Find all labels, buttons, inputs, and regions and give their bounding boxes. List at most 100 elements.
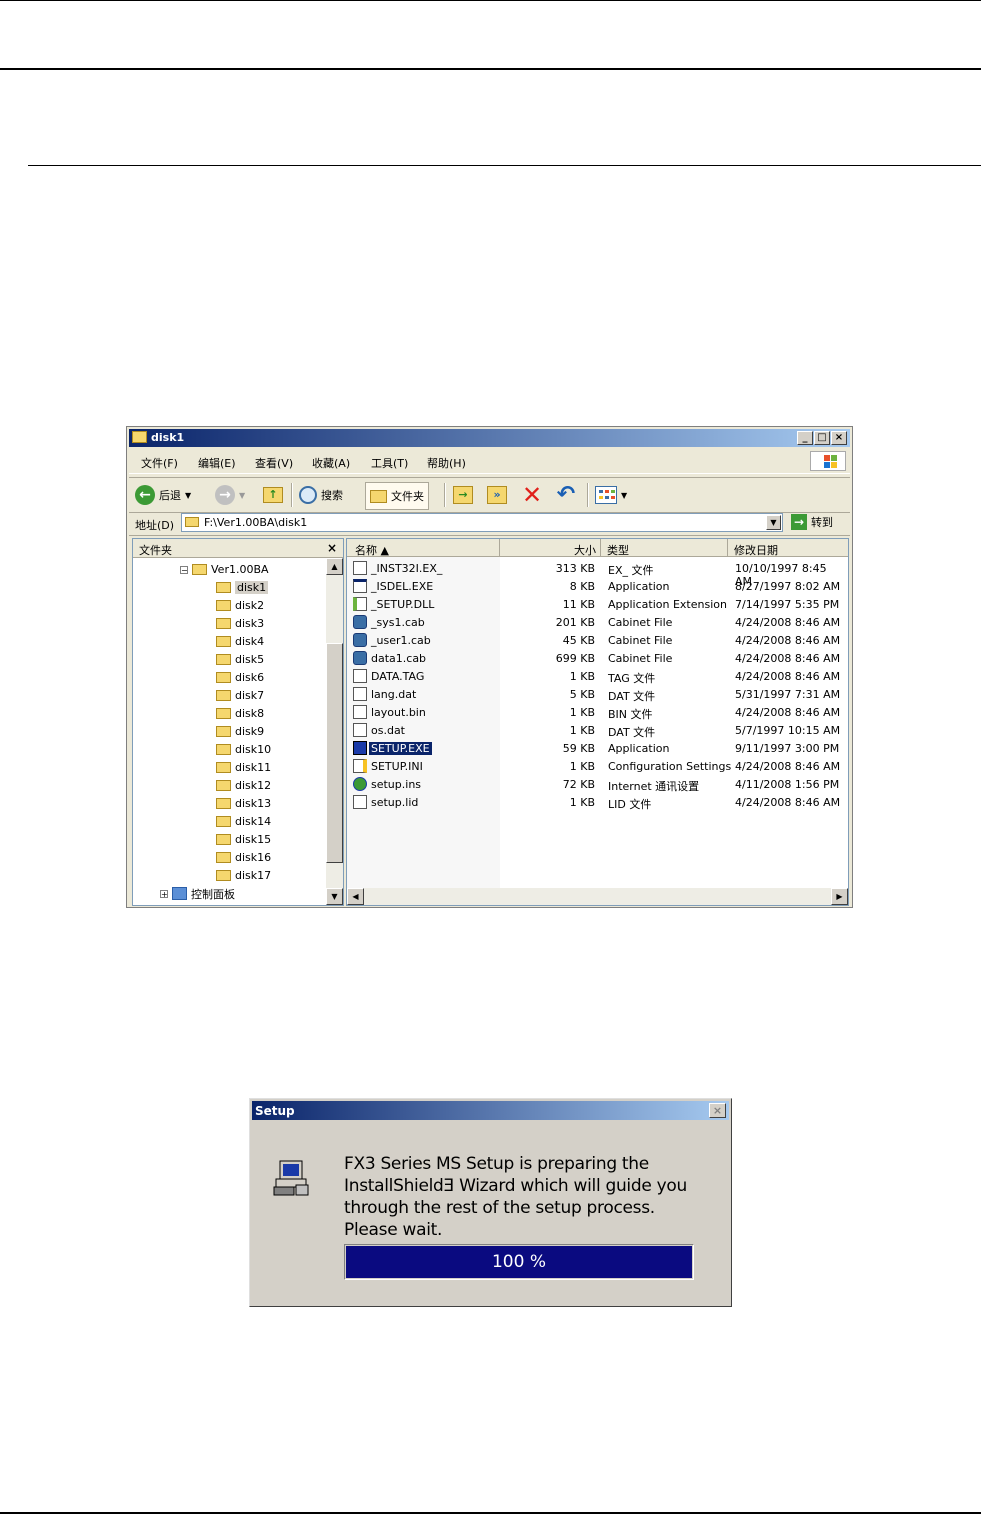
column-header-name[interactable]: 名称 ▲ [347, 539, 500, 557]
tree-node-disk[interactable]: disk4 [216, 633, 264, 650]
tree-node-disk[interactable]: disk7 [216, 687, 264, 704]
address-input[interactable]: F:\Ver1.00BA\disk1 ▼ [181, 513, 783, 532]
file-size: 313 KB [555, 562, 595, 575]
go-button[interactable]: → 转到 [791, 514, 833, 530]
ini-file-icon [353, 759, 367, 773]
search-button[interactable]: 搜索 [299, 482, 343, 508]
move-to-button[interactable]: → [453, 482, 473, 508]
file-list-hscrollbar[interactable]: ◀ ▶ [347, 888, 848, 905]
forward-button[interactable]: → ▼ [215, 482, 245, 508]
file-type: DAT 文件 [608, 690, 656, 703]
menu-tools[interactable]: 工具(T) [371, 455, 408, 471]
tree-node-control-panel[interactable]: + 控制面板 [160, 885, 235, 902]
top-rule [0, 0, 981, 1]
tree-node-disk[interactable]: disk2 [216, 597, 264, 614]
file-modified: 7/14/1997 5:35 PM [735, 598, 840, 611]
menu-help[interactable]: 帮助(H) [427, 455, 466, 471]
file-row[interactable]: DATA.TAG 1 KB TAG 文件 4/24/2008 8:46 AM [347, 667, 847, 685]
tree-node-disk[interactable]: disk6 [216, 669, 264, 686]
scroll-thumb[interactable] [326, 643, 343, 863]
tree-node-disk[interactable]: disk11 [216, 759, 271, 776]
column-header-modified[interactable]: 修改日期 [728, 539, 848, 557]
back-button[interactable]: ← 后退 ▼ [135, 482, 191, 508]
undo-button[interactable]: ↶ [555, 482, 577, 508]
tree-node-disk[interactable]: disk8 [216, 705, 264, 722]
file-modified: 4/24/2008 8:46 AM [735, 760, 841, 773]
menu-view[interactable]: 查看(V) [255, 455, 293, 471]
file-row[interactable]: os.dat 1 KB DAT 文件 5/7/1997 10:15 AM [347, 721, 847, 739]
tree-node-disk[interactable]: disk12 [216, 777, 271, 794]
file-row[interactable]: _SETUP.DLL 11 KB Application Extension 7/14… [347, 595, 847, 613]
tree-node-root[interactable]: − Ver1.00BA [180, 561, 269, 578]
file-row[interactable]: _user1.cab 45 KB Cabinet File 4/24/2008 8:4… [347, 631, 847, 649]
folders-button[interactable]: 文件夹 [365, 482, 429, 510]
file-modified: 5/31/1997 7:31 AM [735, 688, 841, 701]
menu-edit[interactable]: 编辑(E) [198, 455, 236, 471]
file-modified: 4/24/2008 8:46 AM [735, 670, 841, 683]
folders-icon [370, 489, 387, 503]
file-name: _ISDEL.EXE [371, 580, 434, 593]
file-modified: 5/7/1997 10:15 AM [735, 724, 841, 737]
tree-node-disk[interactable]: disk10 [216, 741, 271, 758]
column-header-type[interactable]: 类型 [601, 539, 728, 557]
tree-node-disk[interactable]: disk15 [216, 831, 271, 848]
delete-icon: ✕ [521, 481, 543, 509]
file-row[interactable]: data1.cab 699 KB Cabinet File 4/24/2008 8:4… [347, 649, 847, 667]
folder-icon [216, 744, 231, 755]
file-name: _sys1.cab [371, 616, 425, 629]
window-title: disk1 [151, 431, 185, 444]
minimize-button[interactable]: _ [797, 431, 813, 445]
file-type: Configuration Settings [608, 760, 732, 773]
scroll-left-icon[interactable]: ◀ [347, 888, 364, 905]
file-row[interactable]: SETUP.EXE 59 KB Application 9/11/1997 3:00 … [347, 739, 847, 757]
folder-pane-close-button[interactable]: × [327, 541, 337, 555]
tree-node-disk[interactable]: disk13 [216, 795, 271, 812]
folder-icon [216, 780, 231, 791]
maximize-button[interactable]: □ [814, 431, 830, 445]
menu-favorites[interactable]: 收藏(A) [312, 455, 350, 471]
file-row[interactable]: lang.dat 5 KB DAT 文件 5/31/1997 7:31 AM [347, 685, 847, 703]
menu-file[interactable]: 文件(F) [141, 455, 178, 471]
column-header-size[interactable]: 大小 [500, 539, 601, 557]
setup-titlebar[interactable]: Setup × [252, 1101, 729, 1120]
file-type: Application Extension [608, 598, 727, 611]
scroll-down-icon[interactable]: ▼ [326, 888, 343, 905]
address-dropdown-icon[interactable]: ▼ [766, 515, 781, 530]
tree-node-disk[interactable]: disk5 [216, 651, 264, 668]
close-button[interactable]: × [831, 431, 847, 445]
copy-to-button[interactable]: » [487, 482, 507, 508]
tree-node-disk[interactable]: disk3 [216, 615, 264, 632]
tree-node-disk[interactable]: disk17 [216, 867, 271, 884]
delete-button[interactable]: ✕ [521, 482, 543, 508]
setup-close-button[interactable]: × [709, 1103, 726, 1118]
scroll-right-icon[interactable]: ▶ [831, 888, 848, 905]
tree-node-disk[interactable]: disk1 [216, 579, 269, 596]
views-button[interactable]: ▼ [595, 482, 627, 508]
undo-icon: ↶ [556, 482, 576, 507]
file-row[interactable]: setup.lid 1 KB LID 文件 4/24/2008 8:46 AM [347, 793, 847, 811]
file-modified: 4/24/2008 8:46 AM [735, 652, 841, 665]
scroll-up-icon[interactable]: ▲ [326, 558, 343, 575]
file-name: layout.bin [371, 706, 426, 719]
collapse-icon[interactable]: − [180, 565, 188, 574]
setup-progress-bar: 100 % [344, 1244, 694, 1280]
file-row[interactable]: SETUP.INI 1 KB Configuration Settings 4/24/… [347, 757, 847, 775]
file-row[interactable]: layout.bin 1 KB BIN 文件 4/24/2008 8:46 AM [347, 703, 847, 721]
expand-icon[interactable]: + [160, 889, 168, 898]
file-size: 1 KB [569, 760, 595, 773]
file-row[interactable]: _ISDEL.EXE 8 KB Application 8/27/1997 8:02 … [347, 577, 847, 595]
file-type: TAG 文件 [608, 672, 656, 685]
copy-to-icon: » [487, 486, 507, 504]
file-row[interactable]: _INST32I.EX_ 313 KB EX_ 文件 10/10/1997 8:45 … [347, 559, 847, 588]
up-folder-button[interactable]: ↑ [263, 482, 283, 508]
tree-node-disk[interactable]: disk14 [216, 813, 271, 830]
internet-settings-icon [353, 777, 367, 791]
file-row[interactable]: setup.ins 72 KB Internet 通讯设置 4/11/2008 1:5… [347, 775, 847, 793]
menubar: 文件(F) 编辑(E) 查看(V) 收藏(A) 工具(T) 帮助(H) [129, 449, 850, 474]
explorer-titlebar[interactable]: disk1 _ □ × [129, 429, 850, 447]
file-name: setup.ins [371, 778, 422, 791]
tree-node-disk[interactable]: disk16 [216, 849, 271, 866]
folder-pane-scrollbar[interactable]: ▲ ▼ [326, 558, 343, 905]
tree-node-disk[interactable]: disk9 [216, 723, 264, 740]
file-row[interactable]: _sys1.cab 201 KB Cabinet File 4/24/2008 8:4… [347, 613, 847, 631]
